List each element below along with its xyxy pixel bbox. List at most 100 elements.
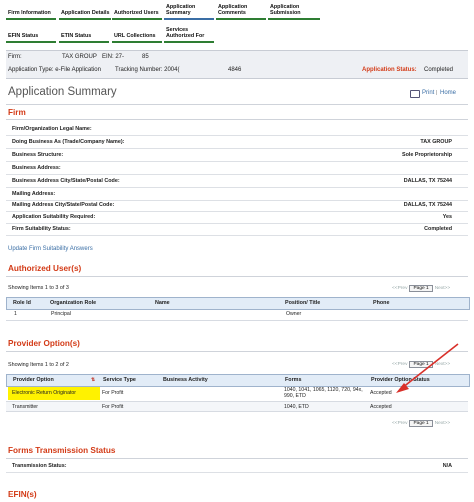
tab-underline <box>6 18 56 20</box>
tab-underline <box>164 41 214 43</box>
row-label: Firm/Organization Legal Name: <box>12 126 92 132</box>
row-label: Application Suitability Required: <box>12 214 96 220</box>
row-label: Transmission Status: <box>12 463 67 469</box>
section-heading-efins: EFIN(s) <box>8 490 37 499</box>
ein-tail: 85 <box>142 54 149 60</box>
column-header[interactable]: Name <box>155 300 170 306</box>
tab-underline <box>59 41 109 43</box>
tracking-number-tail: 4846 <box>228 67 242 73</box>
tab-underline <box>6 41 56 43</box>
row-value: DALLAS, TX 75244 <box>403 178 452 184</box>
table-cell: 1040, ETD <box>284 404 309 410</box>
firm-row: Business Address City/State/Postal Code:… <box>6 175 468 188</box>
page-select[interactable]: Page 1 <box>409 420 433 427</box>
transmission-row: Transmission Status: N/A <box>6 460 468 473</box>
tab-efin-status[interactable]: EFIN Status <box>8 33 38 39</box>
table-cell: Transmitter <box>12 404 39 410</box>
table-cell: 1040, 1041, 1065, 1120, 720, 94x, 990, E… <box>284 387 363 399</box>
firm-label: Firm: <box>8 54 22 60</box>
firm-info-bar: Firm: TAX GROUP EIN: 27- 85 Application … <box>6 50 468 79</box>
application-type: Application Type: e-File Application <box>8 67 101 73</box>
section-heading-provider-options: Provider Option(s) <box>8 339 80 348</box>
tab-underline <box>268 18 320 20</box>
page-title: Application Summary <box>8 86 117 98</box>
row-value: DALLAS, TX 75244 <box>403 202 452 208</box>
row-value: Sole Proprietorship <box>401 152 452 158</box>
tab-underline <box>112 18 162 20</box>
section-heading-authorized-users: Authorized User(s) <box>8 264 82 273</box>
table-cell: 1 <box>14 311 17 317</box>
row-label: Mailing Address City/State/Postal Code: <box>12 202 115 208</box>
sort-arrows-icon[interactable]: ⇅ <box>91 377 95 383</box>
divider <box>6 458 468 459</box>
row-value: Completed <box>424 226 452 232</box>
tab-services-authorized-for[interactable]: Services Authorized For <box>166 27 204 39</box>
row-label: Business Structure: <box>12 152 64 158</box>
print-link[interactable]: Print <box>422 90 434 96</box>
column-header[interactable]: Service Type <box>103 377 136 383</box>
column-header[interactable]: Position/ Title <box>285 300 320 306</box>
tab-firm-information[interactable]: Firm Information <box>8 10 51 16</box>
column-header[interactable]: Role Id <box>13 300 31 306</box>
printer-icon[interactable] <box>410 90 420 98</box>
showing-items-text: Showing Items 1 to 3 of 3 <box>8 285 69 291</box>
next-link[interactable]: Next>> <box>435 421 450 426</box>
column-header[interactable]: Provider Option <box>13 377 54 383</box>
firm-name: TAX GROUP <box>62 54 97 60</box>
table-cell: Accepted <box>370 404 392 410</box>
tab-application-submission[interactable]: Application Submission <box>270 4 301 16</box>
divider <box>6 276 468 277</box>
table-row: 1 Principal Owner <box>6 309 468 321</box>
tab-underline <box>216 18 266 20</box>
showing-items-text: Showing Items 1 to 2 of 2 <box>8 362 69 368</box>
divider <box>6 104 468 105</box>
tab-underline <box>112 41 162 43</box>
table-cell: Electronic Return Originator <box>12 390 77 396</box>
home-link[interactable]: Home <box>440 90 456 96</box>
row-label: Mailing Address: <box>12 191 56 197</box>
table-cell: Principal <box>51 311 71 317</box>
column-header[interactable]: Business Activity <box>163 377 208 383</box>
row-label: Business Address: <box>12 165 61 171</box>
tab-etin-status[interactable]: ETIN Status <box>61 33 91 39</box>
firm-row: Business Structure: Sole Proprietorship <box>6 149 468 162</box>
table-cell: For Profit <box>102 390 124 396</box>
row-value: N/A <box>442 463 452 469</box>
pagination: <<Prev Page 1 Next>> <box>392 420 450 427</box>
tab-application-details[interactable]: Application Details <box>61 10 110 16</box>
next-link[interactable]: Next>> <box>435 286 450 291</box>
divider <box>6 119 468 120</box>
firm-row: Doing Business As (Trade/Company Name): T… <box>6 136 468 149</box>
pagination: <<Prev Page 1 Next>> <box>392 285 450 292</box>
tab-application-summary[interactable]: Application Summary <box>166 4 195 16</box>
application-status-label: Application Status: <box>362 67 417 73</box>
firm-row: Firm Suitability Status: Completed <box>6 223 468 236</box>
tab-authorized-users[interactable]: Authorized Users <box>114 10 159 16</box>
prev-link[interactable]: <<Prev <box>392 421 407 426</box>
page-select[interactable]: Page 1 <box>409 285 433 292</box>
row-value: Yes <box>442 214 452 220</box>
firm-row: Business Address: <box>6 162 468 175</box>
prev-link[interactable]: <<Prev <box>392 286 407 291</box>
link-divider: | <box>436 90 438 96</box>
table-cell: Owner <box>286 311 302 317</box>
tab-application-comments[interactable]: Application Comments <box>218 4 247 16</box>
section-heading-firm: Firm <box>8 108 26 117</box>
column-header[interactable]: Phone <box>373 300 389 306</box>
row-label: Business Address City/State/Postal Code: <box>12 178 120 184</box>
application-status-value: Completed <box>424 67 454 73</box>
table-row: Transmitter For Profit 1040, ETD Accepte… <box>6 402 468 412</box>
tab-underline <box>59 18 111 20</box>
column-header[interactable]: Forms <box>285 377 301 383</box>
update-firm-suitability-link[interactable]: Update Firm Suitability Answers <box>8 246 93 252</box>
row-label: Doing Business As (Trade/Company Name): <box>12 139 125 145</box>
red-arrow-icon <box>396 343 459 393</box>
tab-underline-active <box>164 18 214 20</box>
column-header[interactable]: Organization Role <box>50 300 96 306</box>
table-cell: For Profit <box>102 404 124 410</box>
arrow-shaft <box>401 343 459 389</box>
row-value: TAX GROUP <box>420 139 452 145</box>
tab-url-collections[interactable]: URL Collections <box>114 33 156 39</box>
row-label: Firm Suitability Status: <box>12 226 71 232</box>
firm-row: Firm/Organization Legal Name: <box>6 123 468 136</box>
